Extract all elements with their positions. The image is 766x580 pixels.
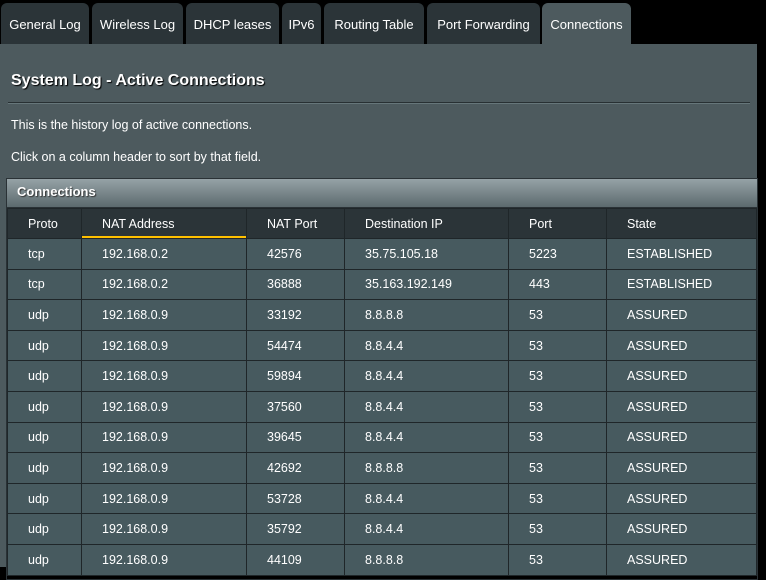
cell-proto: udp [7,360,82,392]
cell-nat-address: 192.168.0.2 [81,238,247,270]
cell-state: ASSURED [606,390,757,423]
page-title: System Log - Active Connections [11,72,265,89]
tab-general-log[interactable]: General Log [1,3,89,44]
cell-destination-ip: 35.75.105.18 [344,238,509,270]
cell-proto: udp [7,390,82,423]
cell-port: 53 [508,390,607,423]
content-panel: System Log - Active Connections This is … [0,44,758,580]
cell-nat-address: 192.168.0.2 [81,268,247,301]
cell-nat-port: 35792 [246,513,345,545]
table-row: udp 192.168.0.9 44109 8.8.8.8 53 ASSURED [7,543,757,576]
divider [8,102,750,104]
cell-proto: tcp [7,238,82,270]
cell-nat-address: 192.168.0.9 [81,452,247,484]
column-header-nat-port[interactable]: NAT Port [246,208,345,239]
cell-nat-port: 39645 [246,421,345,454]
cell-proto: udp [7,543,82,576]
cell-nat-port: 33192 [246,299,345,331]
cell-proto: tcp [7,268,82,301]
cell-state: ASSURED [606,482,757,515]
cell-port: 53 [508,421,607,454]
cell-port: 53 [508,513,607,545]
cell-proto: udp [7,452,82,484]
table-row: udp 192.168.0.9 37560 8.8.4.4 53 ASSURED [7,390,757,423]
cell-port: 53 [508,299,607,331]
cell-destination-ip: 8.8.4.4 [344,482,509,515]
cell-nat-address: 192.168.0.9 [81,299,247,331]
table-row: udp 192.168.0.9 39645 8.8.4.4 53 ASSURED [7,421,757,454]
tab-ipv6[interactable]: IPv6 [282,3,321,44]
cell-port: 53 [508,452,607,484]
cell-destination-ip: 8.8.4.4 [344,360,509,392]
cell-nat-port: 53728 [246,482,345,515]
cell-proto: udp [7,299,82,331]
column-header-port[interactable]: Port [508,208,607,239]
section-title: Connections [7,179,757,208]
cell-nat-port: 44109 [246,543,345,576]
cell-destination-ip: 8.8.8.8 [344,543,509,576]
cell-nat-address: 192.168.0.9 [81,421,247,454]
cell-destination-ip: 8.8.4.4 [344,513,509,545]
cell-destination-ip: 8.8.4.4 [344,390,509,423]
cell-state: ASSURED [606,299,757,331]
cell-nat-port: 59894 [246,360,345,392]
table-row: udp 192.168.0.9 35792 8.8.4.4 53 ASSURED [7,513,757,545]
table-row: tcp 192.168.0.2 36888 35.163.192.149 443 ESTA… [7,268,757,301]
cell-proto: udp [7,482,82,515]
table-row: udp 192.168.0.9 42692 8.8.8.8 53 ASSURED [7,452,757,484]
cell-nat-address: 192.168.0.9 [81,390,247,423]
cell-proto: udp [7,421,82,454]
cell-nat-port: 42692 [246,452,345,484]
cell-proto: udp [7,513,82,545]
column-header-proto[interactable]: Proto [7,208,82,239]
cell-destination-ip: 35.163.192.149 [344,268,509,301]
cell-nat-address: 192.168.0.9 [81,543,247,576]
cell-port: 443 [508,268,607,301]
table-row: tcp 192.168.0.2 42576 35.75.105.18 5223 ESTAB… [7,238,757,270]
cell-destination-ip: 8.8.4.4 [344,421,509,454]
cell-nat-address: 192.168.0.9 [81,360,247,392]
tab-dhcp-leases[interactable]: DHCP leases [186,3,279,44]
table-row: udp 192.168.0.9 33192 8.8.8.8 53 ASSURED [7,299,757,331]
cell-nat-address: 192.168.0.9 [81,329,247,362]
table-row: udp 192.168.0.9 53728 8.8.4.4 53 ASSURED [7,482,757,515]
tab-routing-table[interactable]: Routing Table [324,3,424,44]
cell-nat-port: 37560 [246,390,345,423]
cell-port: 53 [508,482,607,515]
cell-nat-address: 192.168.0.9 [81,482,247,515]
cell-port: 53 [508,543,607,576]
cell-destination-ip: 8.8.8.8 [344,299,509,331]
cell-nat-port: 42576 [246,238,345,270]
connections-table: Proto NAT Address NAT Port Destination IP Po… [7,208,757,576]
cell-state: ASSURED [606,543,757,576]
tab-wireless-log[interactable]: Wireless Log [92,3,183,44]
sort-hint: Click on a column header to sort by that… [11,150,262,164]
table-row: udp 192.168.0.9 54474 8.8.4.4 53 ASSURED [7,329,757,362]
cell-state: ASSURED [606,421,757,454]
table-row: udp 192.168.0.9 59894 8.8.4.4 53 ASSURED [7,360,757,392]
cell-state: ASSURED [606,329,757,362]
cell-nat-address: 192.168.0.9 [81,513,247,545]
cell-port: 53 [508,329,607,362]
cell-proto: udp [7,329,82,362]
description: This is the history log of active connec… [11,118,253,132]
column-header-state[interactable]: State [606,208,757,239]
cell-state: ASSURED [606,452,757,484]
column-header-nat-address[interactable]: NAT Address [81,208,247,239]
cell-nat-port: 54474 [246,329,345,362]
column-header-destination-ip[interactable]: Destination IP [344,208,509,239]
tab-port-forwarding[interactable]: Port Forwarding [427,3,540,44]
cell-state: ESTABLISHED [606,238,757,270]
tab-connections[interactable]: Connections [542,3,631,44]
cell-state: ASSURED [606,513,757,545]
connections-section: Connections Proto NAT Address NAT Port Dest… [6,178,758,580]
cell-destination-ip: 8.8.4.4 [344,329,509,362]
cell-nat-port: 36888 [246,268,345,301]
cell-state: ESTABLISHED [606,268,757,301]
cell-state: ASSURED [606,360,757,392]
cell-port: 5223 [508,238,607,270]
cell-destination-ip: 8.8.8.8 [344,452,509,484]
cell-port: 53 [508,360,607,392]
